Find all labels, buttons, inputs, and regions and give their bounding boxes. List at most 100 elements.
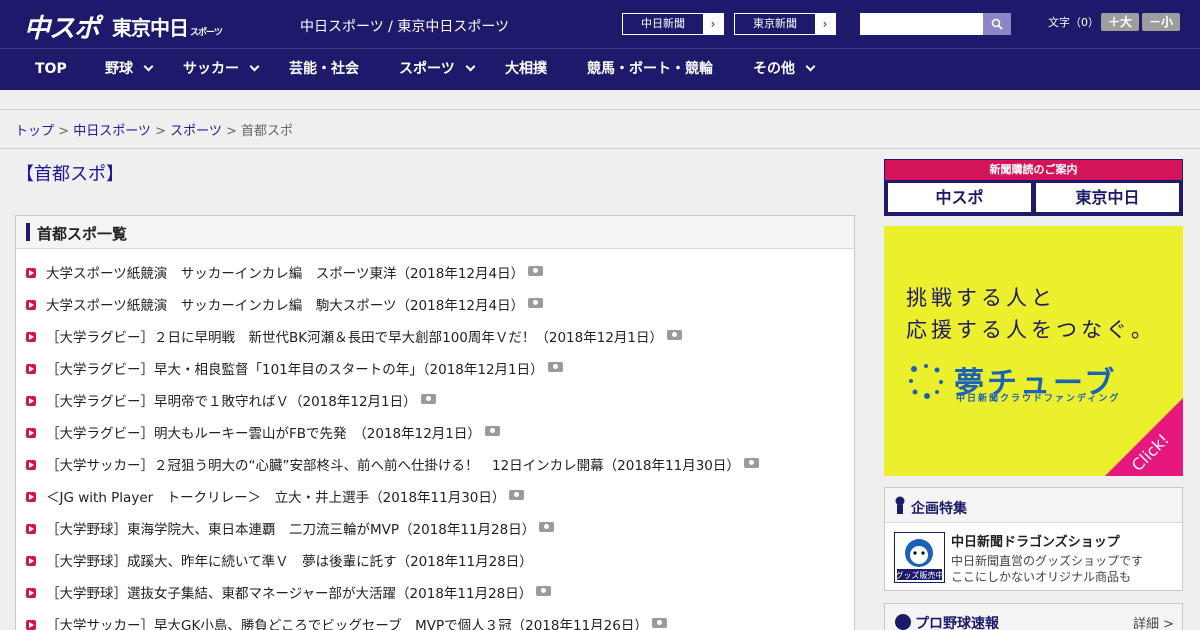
nav-entertainment[interactable]: 芸能・社会 (289, 49, 359, 91)
list-heading: 首都スポ一覧 (37, 225, 128, 243)
nav-keiba[interactable]: 競馬・ボート・競輪 (587, 49, 713, 91)
nav-baseball[interactable]: 野球 (105, 49, 154, 91)
chevron-right-icon: › (815, 14, 835, 34)
dragons-shop-image[interactable]: グッズ販売中 (894, 532, 945, 583)
nav-top[interactable]: TOP (35, 49, 67, 91)
search-icon (991, 18, 1003, 30)
article-link[interactable]: 大学スポーツ紙競演 サッカーインカレ編 駒大スポーツ（2018年12月4日） (46, 298, 524, 314)
nav-label: TOP (35, 61, 67, 77)
chevron-down-icon (249, 61, 260, 72)
yume-tube-ad[interactable]: 挑戦する人と 応援する人をつなぐ。 夢チューブ 中日新聞クラウドファンディング … (884, 226, 1183, 476)
list-item[interactable]: ［大学野球］選抜女子集結、東都マネージャー部が大活躍（2018年11月28日） (26, 582, 552, 606)
tokyo-logo-text: 東京中日 (112, 16, 189, 40)
tokyo-chunichi-logo[interactable]: 東京中日 スポーツ (112, 12, 223, 41)
tokyo-shimbun-label: 東京新聞 (753, 17, 797, 30)
chevron-down-icon (143, 61, 154, 72)
article-link[interactable]: ［大学ラグビー］早明帝で１敗守ればＶ（2018年12月1日） (46, 394, 417, 410)
medal-icon (895, 496, 905, 514)
shop-title[interactable]: 中日新聞ドラゴンズショップ (951, 531, 1120, 550)
article-link[interactable]: ［大学ラグビー］早大・相良監督「101年目のスタートの年」（2018年12月1日… (46, 362, 544, 378)
top-header: 中スポ 東京中日 スポーツ 中日スポーツ / 東京中日スポーツ 中日新聞 › 東京… (0, 0, 1200, 48)
article-link[interactable]: 大学スポーツ紙競演 サッカーインカレ編 スポーツ東洋（2018年12月4日） (46, 266, 524, 282)
search-button[interactable] (983, 13, 1011, 35)
shop-image-label: グッズ販売中 (896, 570, 944, 580)
article-link[interactable]: ＜JG with Player トークリレー＞ 立大・井上選手（2018年11月… (46, 490, 505, 506)
nav-soccer[interactable]: サッカー (183, 49, 260, 91)
nav-sumo[interactable]: 大相撲 (505, 49, 547, 91)
site-name: 中日スポーツ / 東京中日スポーツ (300, 19, 510, 35)
article-link[interactable]: ［大学ラグビー］２日に早明戦 新世代BK河瀬＆長田で早大創部100周年Ｖだ！（2… (46, 330, 663, 346)
bullet-arrow-icon (26, 300, 36, 310)
bullet-arrow-icon (26, 492, 36, 502)
chevron-right-icon: › (703, 14, 723, 34)
list-item[interactable]: ［大学サッカー］２冠狙う明大の“心臓”安部柊斗、前へ前へ仕掛ける！ 12日インカ… (26, 454, 759, 478)
breadcrumb-sports[interactable]: スポーツ (170, 124, 222, 139)
list-item[interactable]: ［大学サッカー］早大GK小島、勝負どころでビッグセーブ MVPで個人３冠（201… (26, 614, 667, 630)
article-link[interactable]: ［大学サッカー］２冠狙う明大の“心臓”安部柊斗、前へ前へ仕掛ける！ 12日インカ… (46, 458, 740, 474)
article-link[interactable]: ［大学サッカー］早大GK小島、勝負どころでビッグセーブ MVPで個人３冠（201… (46, 618, 648, 630)
camera-icon (651, 618, 667, 628)
shop-description: 中日新聞直営のグッズショップです (951, 554, 1144, 568)
search-input[interactable] (860, 13, 983, 35)
list-item[interactable]: ［大学野球］成蹊大、昨年に続いて準Ｖ 夢は後輩に託す（2018年11月28日） (26, 550, 533, 574)
nav-label: サッカー (183, 61, 239, 77)
chunichi-shimbun-button[interactable]: 中日新聞 › (622, 13, 724, 35)
article-link[interactable]: ［大学野球］選抜女子集結、東都マネージャー部が大活躍（2018年11月28日） (46, 586, 532, 602)
list-item[interactable]: ＜JG with Player トークリレー＞ 立大・井上選手（2018年11月… (26, 486, 525, 510)
breadcrumb-sep: > (221, 124, 242, 139)
camera-icon (667, 330, 683, 340)
bullet-arrow-icon (26, 332, 36, 342)
tokyo-shimbun-button[interactable]: 東京新聞 › (734, 13, 836, 35)
breadcrumb: トップ > 中日スポーツ > スポーツ > 首都スポ (15, 120, 293, 139)
list-item[interactable]: ［大学ラグビー］早明帝で１敗守ればＶ（2018年12月1日） (26, 390, 436, 414)
bullet-arrow-icon (26, 524, 36, 534)
heading-accent (26, 223, 30, 241)
nav-sports[interactable]: スポーツ (399, 49, 476, 91)
article-link[interactable]: ［大学野球］成蹊大、昨年に続いて準Ｖ 夢は後輩に託す（2018年11月28日） (46, 554, 533, 570)
article-list-panel: 首都スポ一覧 大学スポーツ紙競演 サッカーインカレ編 スポーツ東洋（2018年1… (15, 215, 855, 630)
list-item[interactable]: ［大学ラグビー］早大・相良監督「101年目のスタートの年」（2018年12月1日… (26, 358, 563, 382)
nav-label: その他 (753, 61, 795, 77)
shop-description: ここにしかないオリジナル商品も (951, 570, 1132, 584)
baseball-more-link[interactable]: 詳細 > (1133, 613, 1174, 630)
list-item[interactable]: ［大学ラグビー］明大もルーキー雲山がFBで先発 （2018年12月1日） (26, 422, 500, 446)
bullet-arrow-icon (26, 364, 36, 374)
camera-icon (743, 458, 759, 468)
subscribe-tokyo-logo[interactable]: 東京中日 (1036, 183, 1179, 212)
camera-icon (420, 394, 436, 404)
list-item[interactable]: 大学スポーツ紙競演 サッカーインカレ編 駒大スポーツ（2018年12月4日） (26, 294, 544, 318)
baseball-heading: プロ野球速報 (915, 616, 999, 630)
mascot-icon: グッズ販売中 (896, 539, 944, 580)
subscribe-chuspo-logo[interactable]: 中スポ (888, 183, 1031, 212)
feature-box: 企画特集 グッズ販売中 中日新聞ドラゴンズショップ 中日新聞直営のグッズショップ… (884, 487, 1183, 591)
subscription-banner[interactable]: 新聞購読のご案内 中スポ 東京中日 (884, 159, 1183, 216)
list-item[interactable]: ［大学ラグビー］２日に早明戦 新世代BK河瀬＆長田で早大創部100周年Ｖだ！（2… (26, 326, 683, 350)
bullet-arrow-icon (26, 620, 36, 630)
camera-icon (484, 426, 500, 436)
header-spacer (0, 90, 1200, 110)
breadcrumb-top[interactable]: トップ (15, 124, 54, 139)
bullet-arrow-icon (26, 428, 36, 438)
font-smaller-button[interactable]: －小 (1142, 13, 1180, 31)
list-item[interactable]: ［大学野球］東海学院大、東日本連覇 二刀流三輪がMVP（2018年11月28日） (26, 518, 555, 542)
ad-line1: 挑戦する人と (906, 286, 1056, 310)
nav-label: 芸能・社会 (289, 61, 359, 77)
font-larger-button[interactable]: ＋大 (1101, 13, 1139, 31)
nav-label: スポーツ (399, 61, 455, 77)
baseball-icon (895, 614, 911, 630)
ad-line2: 応援する人をつなぐ。 (906, 318, 1156, 342)
tokyo-logo-small: スポーツ (190, 28, 223, 38)
chuspo-logo[interactable]: 中スポ (24, 8, 100, 45)
breadcrumb-chunichi-sports[interactable]: 中日スポーツ (73, 124, 151, 139)
bullet-arrow-icon (26, 588, 36, 598)
camera-icon (539, 522, 555, 532)
camera-icon (547, 362, 563, 372)
chunichi-shimbun-label: 中日新聞 (641, 17, 685, 30)
bullet-arrow-icon (26, 556, 36, 566)
list-item[interactable]: 大学スポーツ紙競演 サッカーインカレ編 スポーツ東洋（2018年12月4日） (26, 262, 544, 286)
subscription-heading: 新聞購読のご案内 (885, 160, 1182, 180)
main-nav: TOP 野球 サッカー 芸能・社会 スポーツ 大相撲 競馬・ボート・競輪 その他 (0, 48, 1200, 90)
article-link[interactable]: ［大学ラグビー］明大もルーキー雲山がFBで先発 （2018年12月1日） (46, 426, 481, 442)
article-link[interactable]: ［大学野球］東海学院大、東日本連覇 二刀流三輪がMVP（2018年11月28日） (46, 522, 535, 538)
nav-other[interactable]: その他 (753, 49, 816, 91)
